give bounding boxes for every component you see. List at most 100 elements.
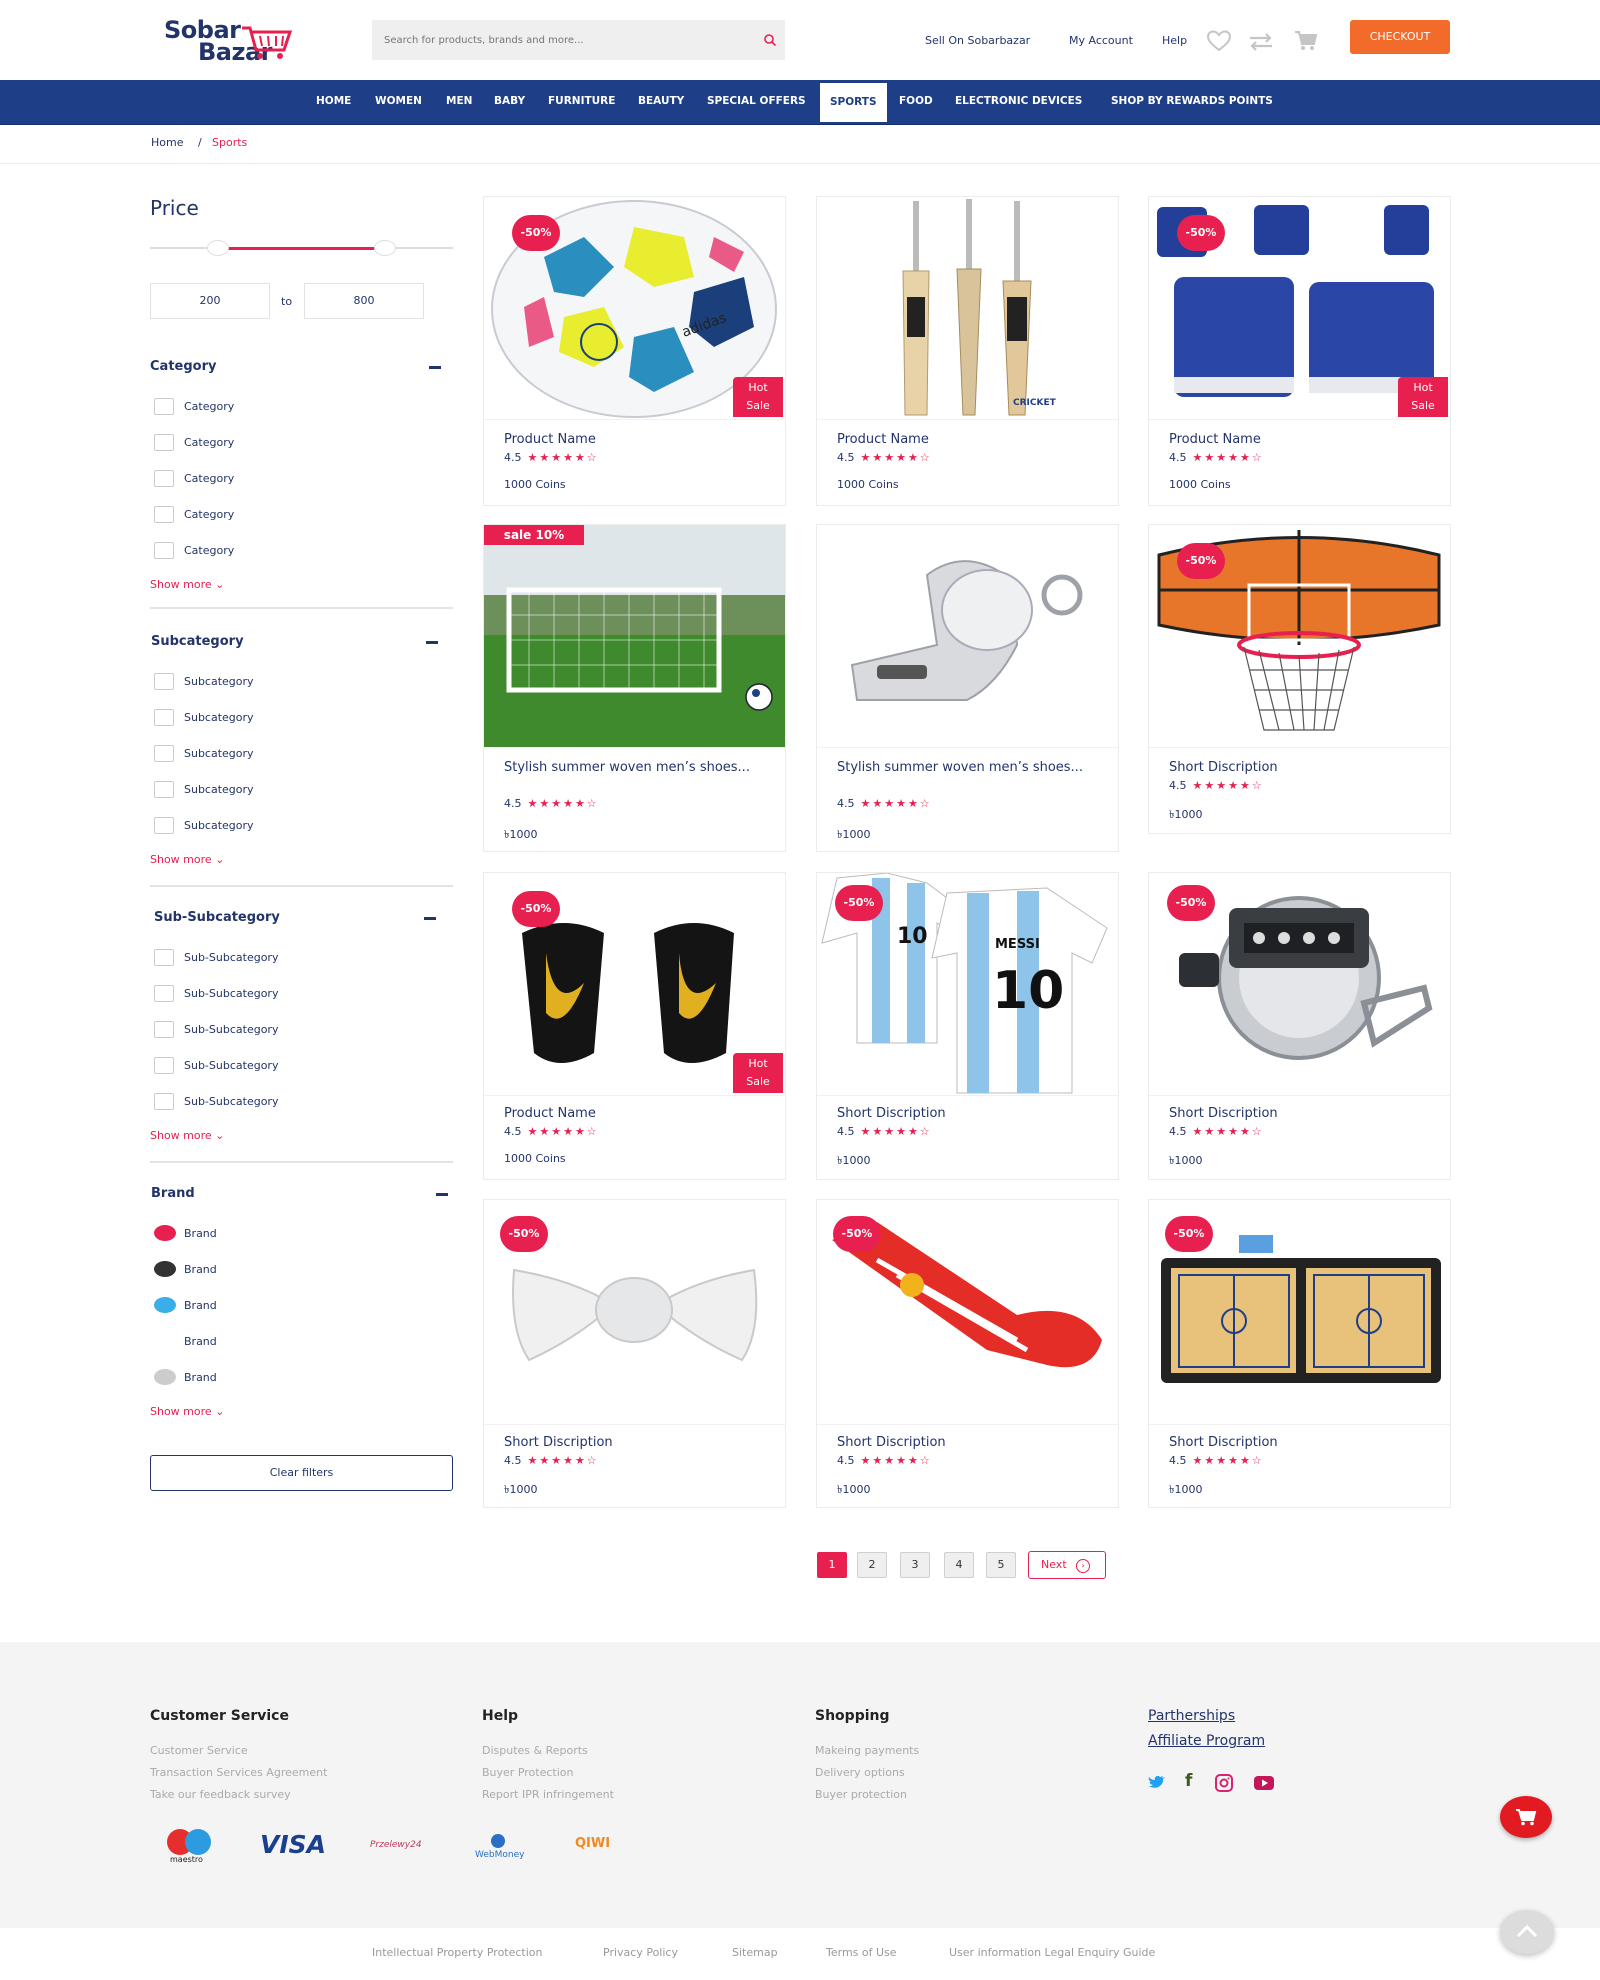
clear-filters-button[interactable]: Clear filters [150,1455,453,1491]
wishlist-heart-icon[interactable] [1206,30,1232,52]
price-min-input[interactable]: 200 [150,283,270,319]
help-link[interactable]: Help [1162,34,1187,47]
checkbox[interactable] [154,1021,174,1038]
product-image-basketball-hoop[interactable]: -50% [1149,525,1450,748]
nav-item-electronic-devices[interactable]: ELECTRONIC DEVICES [955,80,1082,125]
product-card[interactable]: -50% Short Discription 4.5 ★★★★★☆ ৳1000 [483,1199,786,1508]
nav-item-women[interactable]: WOMEN [375,80,422,125]
page-3-button[interactable]: 3 [900,1552,930,1578]
product-name[interactable]: Stylish summer woven men’s shoes... [504,758,774,777]
nav-item-home[interactable]: HOME [316,80,351,125]
product-name[interactable]: Product Name [1169,430,1439,449]
product-card[interactable]: -50% Short Discription 4.5 ★★★★★☆ ৳1000 [1148,1199,1451,1508]
nav-item-baby[interactable]: BABY [494,80,525,125]
nav-item-furniture[interactable]: FURNITURE [548,80,615,125]
affiliate-program-link[interactable]: Affiliate Program [1148,1733,1265,1749]
product-name[interactable]: Product Name [504,1104,774,1123]
youtube-icon[interactable] [1254,1776,1274,1790]
product-image-shin-guards[interactable]: -50% Hot Sale [484,873,785,1096]
nav-item-beauty[interactable]: BEAUTY [638,80,684,125]
site-logo[interactable]: Sobar Bazar [162,16,292,66]
nav-item-men[interactable]: MEN [446,80,472,125]
brand-swatch[interactable] [154,1369,176,1385]
product-name[interactable]: Short Discription [1169,1433,1439,1452]
checkbox[interactable] [154,434,174,451]
checkbox[interactable] [154,542,174,559]
product-card[interactable]: Stylish summer woven men’s shoes... 4.5 ★… [816,524,1119,852]
checkbox[interactable] [154,1057,174,1074]
product-image-soccer-goal[interactable]: sale 10% [484,525,785,748]
checkbox[interactable] [154,470,174,487]
nav-item-rewards[interactable]: SHOP BY REWARDS POINTS [1111,80,1273,125]
twitter-icon[interactable] [1148,1775,1166,1790]
collapse-subcategory-icon[interactable] [426,641,438,644]
product-name[interactable]: Short Discription [1169,758,1439,777]
product-image-tally-counter[interactable]: -50% [1149,873,1450,1096]
product-name[interactable]: Short Discription [504,1433,774,1452]
product-name[interactable]: Stylish summer woven men’s shoes... [837,758,1107,777]
floating-cart-button[interactable] [1500,1796,1552,1838]
product-card[interactable]: -50% Short Discription 4.5 ★★★★★☆ ৳1000 [1148,872,1451,1180]
footer-link[interactable]: Disputes & Reports [482,1744,588,1757]
category-show-more[interactable]: Show more ⌄ [150,578,224,591]
product-card[interactable]: sale 10% Stylish summer woven men’s shoe… [483,524,786,852]
nav-item-sports[interactable]: SPORTS [819,83,887,122]
product-image-argentina-jersey[interactable]: 10 MESSI 10 -50% [817,873,1118,1096]
breadcrumb-home[interactable]: Home [151,136,183,149]
product-card[interactable]: -50% Hot Sale Product Name 4.5 ★★★★★☆ 1000… [1148,196,1451,506]
footer-link[interactable]: Take our feedback survey [150,1788,291,1801]
collapse-subsubcategory-icon[interactable] [424,917,436,920]
footer-link[interactable]: Buyer Protection [482,1766,573,1779]
collapse-category-icon[interactable] [429,366,441,369]
footer-link[interactable]: Makeing payments [815,1744,919,1757]
price-max-input[interactable]: 800 [304,283,424,319]
product-name[interactable]: Short Discription [1169,1104,1439,1123]
product-card[interactable]: adidas -50% Hot Sale Product Name 4.5 ★★★★… [483,196,786,506]
brand-show-more[interactable]: Show more ⌄ [150,1405,224,1418]
product-image-cricket-bats[interactable]: CRICKET [817,197,1118,420]
collapse-brand-icon[interactable] [436,1193,448,1196]
search-input[interactable] [384,20,744,60]
brand-swatch[interactable] [154,1333,176,1349]
instagram-icon[interactable] [1215,1774,1233,1792]
product-name[interactable]: Short Discription [837,1104,1107,1123]
product-image-soccer-ball[interactable]: adidas -50% Hot Sale [484,197,785,420]
footer-bottom-link[interactable]: Privacy Policy [603,1946,678,1959]
checkbox[interactable] [154,745,174,762]
product-image-red-socks[interactable]: -50% [817,1200,1118,1425]
compare-icon[interactable] [1248,32,1274,52]
footer-link[interactable]: Transaction Services Agreement [150,1766,327,1779]
product-name[interactable]: Product Name [837,430,1107,449]
brand-swatch[interactable] [154,1225,176,1241]
checkbox[interactable] [154,949,174,966]
footer-bottom-link[interactable]: Sitemap [732,1946,778,1959]
product-card[interactable]: 10 MESSI 10 -50% Short Discription 4.5 ★★… [816,872,1119,1180]
price-slider-min-handle[interactable] [207,240,229,256]
footer-link[interactable]: Customer Service [150,1744,248,1757]
product-image-tactics-board[interactable]: -50% [1149,1200,1450,1425]
my-account-link[interactable]: My Account [1069,34,1133,47]
partnerships-link[interactable]: Partherships [1148,1708,1235,1724]
checkbox[interactable] [154,673,174,690]
next-page-button[interactable]: Next › [1028,1551,1106,1579]
scroll-to-top-button[interactable] [1500,1910,1554,1954]
search-icon[interactable] [763,33,777,47]
page-4-button[interactable]: 4 [944,1552,974,1578]
product-image-whistle[interactable] [817,525,1118,748]
footer-bottom-link[interactable]: User information Legal Enquiry Guide [949,1946,1155,1959]
checkbox[interactable] [154,506,174,523]
facebook-icon[interactable]: f [1185,1771,1192,1791]
checkout-button[interactable]: CHECKOUT [1350,20,1450,54]
checkbox[interactable] [154,817,174,834]
product-card[interactable]: -50% Short Discription 4.5 ★★★★★☆ ৳1000 [816,1199,1119,1508]
brand-swatch[interactable] [154,1297,176,1313]
subsubcategory-show-more[interactable]: Show more ⌄ [150,1129,224,1142]
nav-item-special-offers[interactable]: SPECIAL OFFERS [707,80,806,125]
page-2-button[interactable]: 2 [857,1552,887,1578]
price-slider-max-handle[interactable] [374,240,396,256]
footer-link[interactable]: Delivery options [815,1766,905,1779]
checkbox[interactable] [154,1093,174,1110]
sell-link[interactable]: Sell On Sobarbazar [925,34,1030,47]
cart-icon[interactable] [1294,30,1318,52]
footer-bottom-link[interactable]: Terms of Use [826,1946,897,1959]
